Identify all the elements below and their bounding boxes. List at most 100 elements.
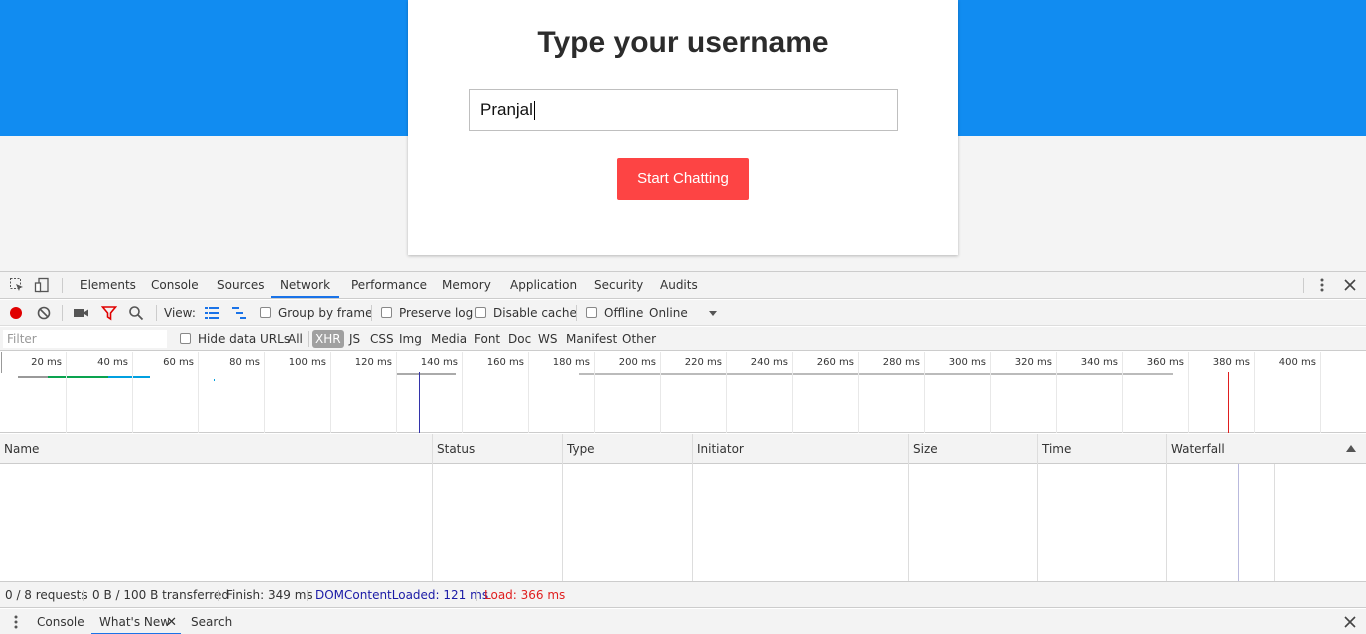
type-filter-xhr[interactable]: XHR <box>312 330 344 348</box>
waterfall-dcl-line <box>1238 464 1239 581</box>
column-waterfall[interactable]: Waterfall <box>1167 434 1225 464</box>
type-filter-js[interactable]: JS <box>346 330 363 348</box>
timeline-gridline <box>1122 352 1123 433</box>
type-filter-ws[interactable]: WS <box>535 330 560 348</box>
inspect-element-icon[interactable] <box>9 277 25 293</box>
preserve-log-checkbox[interactable] <box>381 307 392 318</box>
device-toggle-icon[interactable] <box>34 277 50 293</box>
network-summary-bar: 0 / 8 requests 0 B / 100 B transferred F… <box>0 581 1366 608</box>
type-filter-css[interactable]: CSS <box>367 330 397 348</box>
timeline-gridline <box>660 352 661 433</box>
drawer-menu-icon[interactable] <box>8 614 24 630</box>
type-filter-media[interactable]: Media <box>428 330 470 348</box>
overview-bar-gray-2 <box>396 373 456 375</box>
dom-content-loaded-marker <box>419 372 420 433</box>
close-tab-icon[interactable]: ✕ <box>166 609 177 634</box>
filter-funnel-icon[interactable] <box>100 305 118 321</box>
column-status[interactable]: Status <box>433 434 475 464</box>
column-time[interactable]: Time <box>1038 434 1071 464</box>
tab-elements[interactable]: Elements <box>78 272 138 298</box>
chevron-down-icon[interactable] <box>707 305 723 321</box>
timeline-gridline <box>396 352 397 433</box>
divider <box>83 590 84 601</box>
record-icon[interactable] <box>8 305 24 321</box>
throttling-select[interactable]: Online <box>649 300 688 326</box>
timeline-tick-label: 60 ms <box>163 357 194 368</box>
tab-performance[interactable]: Performance <box>349 272 429 298</box>
timeline-gridline <box>264 352 265 433</box>
start-chatting-button[interactable]: Start Chatting <box>617 158 749 200</box>
timeline-tick-label: 140 ms <box>420 357 458 368</box>
timeline-tick-label: 220 ms <box>684 357 722 368</box>
devtools-drawer-tabbar: Console What's New ✕ Search <box>0 609 1366 634</box>
summary-finish: Finish: 349 ms <box>226 588 313 602</box>
offline-label: Offline <box>604 306 644 320</box>
sort-ascending-icon[interactable] <box>1345 442 1361 458</box>
clear-icon[interactable] <box>36 305 52 321</box>
column-initiator[interactable]: Initiator <box>693 434 744 464</box>
tab-audits[interactable]: Audits <box>658 272 700 298</box>
hide-data-urls-checkbox[interactable] <box>180 333 191 344</box>
column-name[interactable]: Name <box>0 434 39 464</box>
timeline-tick-label: 240 ms <box>750 357 788 368</box>
requests-table-body[interactable] <box>0 464 1366 581</box>
divider <box>562 464 563 581</box>
divider <box>156 305 157 321</box>
timeline-gridline <box>1056 352 1057 433</box>
filter-bar: Filter Hide data URLs All XHR JS CSS Img… <box>0 327 1366 351</box>
tab-application[interactable]: Application <box>508 272 579 298</box>
divider <box>308 331 309 347</box>
timeline-tick-label: 340 ms <box>1080 357 1118 368</box>
screenshot-camera-icon[interactable] <box>73 305 89 321</box>
summary-requests: 0 / 8 requests <box>5 588 88 602</box>
tab-memory[interactable]: Memory <box>440 272 493 298</box>
summary-load: Load: 366 ms <box>484 588 566 602</box>
search-icon[interactable] <box>128 305 144 321</box>
drawer-tab-search[interactable]: Search <box>191 609 232 634</box>
load-marker <box>1228 372 1229 433</box>
waterfall-grid-line <box>1274 464 1275 581</box>
column-size[interactable]: Size <box>909 434 938 464</box>
type-filter-img[interactable]: Img <box>396 330 425 348</box>
timeline-gridline <box>726 352 727 433</box>
disable-cache-checkbox[interactable] <box>475 307 486 318</box>
divider <box>432 464 433 581</box>
login-card: Type your username Pranjal Start Chattin… <box>408 0 958 255</box>
devtools-tabbar: Elements Console Sources Network Perform… <box>0 272 1366 299</box>
network-toolbar: View: Group by frame Preserve log Disabl… <box>0 300 1366 326</box>
tab-security[interactable]: Security <box>592 272 645 298</box>
username-input[interactable]: Pranjal <box>469 89 898 131</box>
type-filter-font[interactable]: Font <box>471 330 503 348</box>
type-filter-doc[interactable]: Doc <box>505 330 534 348</box>
tab-console[interactable]: Console <box>149 272 201 298</box>
tab-sources[interactable]: Sources <box>215 272 266 298</box>
kebab-menu-icon[interactable] <box>1314 277 1330 293</box>
timeline-gridline <box>924 352 925 433</box>
timeline-tick-label: 100 ms <box>288 357 326 368</box>
timeline-tick-label: 160 ms <box>486 357 524 368</box>
divider <box>218 590 219 601</box>
overview-waterfall-icon[interactable] <box>231 305 247 321</box>
divider <box>307 590 308 601</box>
drawer-tab-whats-new[interactable]: What's New ✕ <box>91 609 181 634</box>
type-filter-manifest[interactable]: Manifest <box>563 330 620 348</box>
network-overview[interactable]: 20 ms 40 ms 60 ms 80 ms 100 ms 120 ms 140 ms 16… <box>0 352 1366 433</box>
timeline-tick-label: 280 ms <box>882 357 920 368</box>
filter-input[interactable]: Filter <box>3 330 167 348</box>
type-filter-other[interactable]: Other <box>619 330 659 348</box>
type-filter-all[interactable]: All <box>285 330 306 348</box>
close-devtools-icon[interactable] <box>1342 277 1358 293</box>
divider <box>62 305 63 321</box>
drawer-tab-whats-new-label: What's New <box>99 615 171 629</box>
view-label: View: <box>164 306 196 320</box>
drawer-tab-console[interactable]: Console <box>37 609 85 634</box>
column-type[interactable]: Type <box>563 434 595 464</box>
divider <box>62 278 63 293</box>
large-rows-icon[interactable] <box>204 305 220 321</box>
offline-checkbox[interactable] <box>586 307 597 318</box>
tab-network[interactable]: Network <box>271 272 339 298</box>
group-by-frame-checkbox[interactable] <box>260 307 271 318</box>
timeline-tick-label: 40 ms <box>97 357 128 368</box>
group-by-frame-label: Group by frame <box>278 306 373 320</box>
close-drawer-icon[interactable] <box>1342 614 1358 630</box>
